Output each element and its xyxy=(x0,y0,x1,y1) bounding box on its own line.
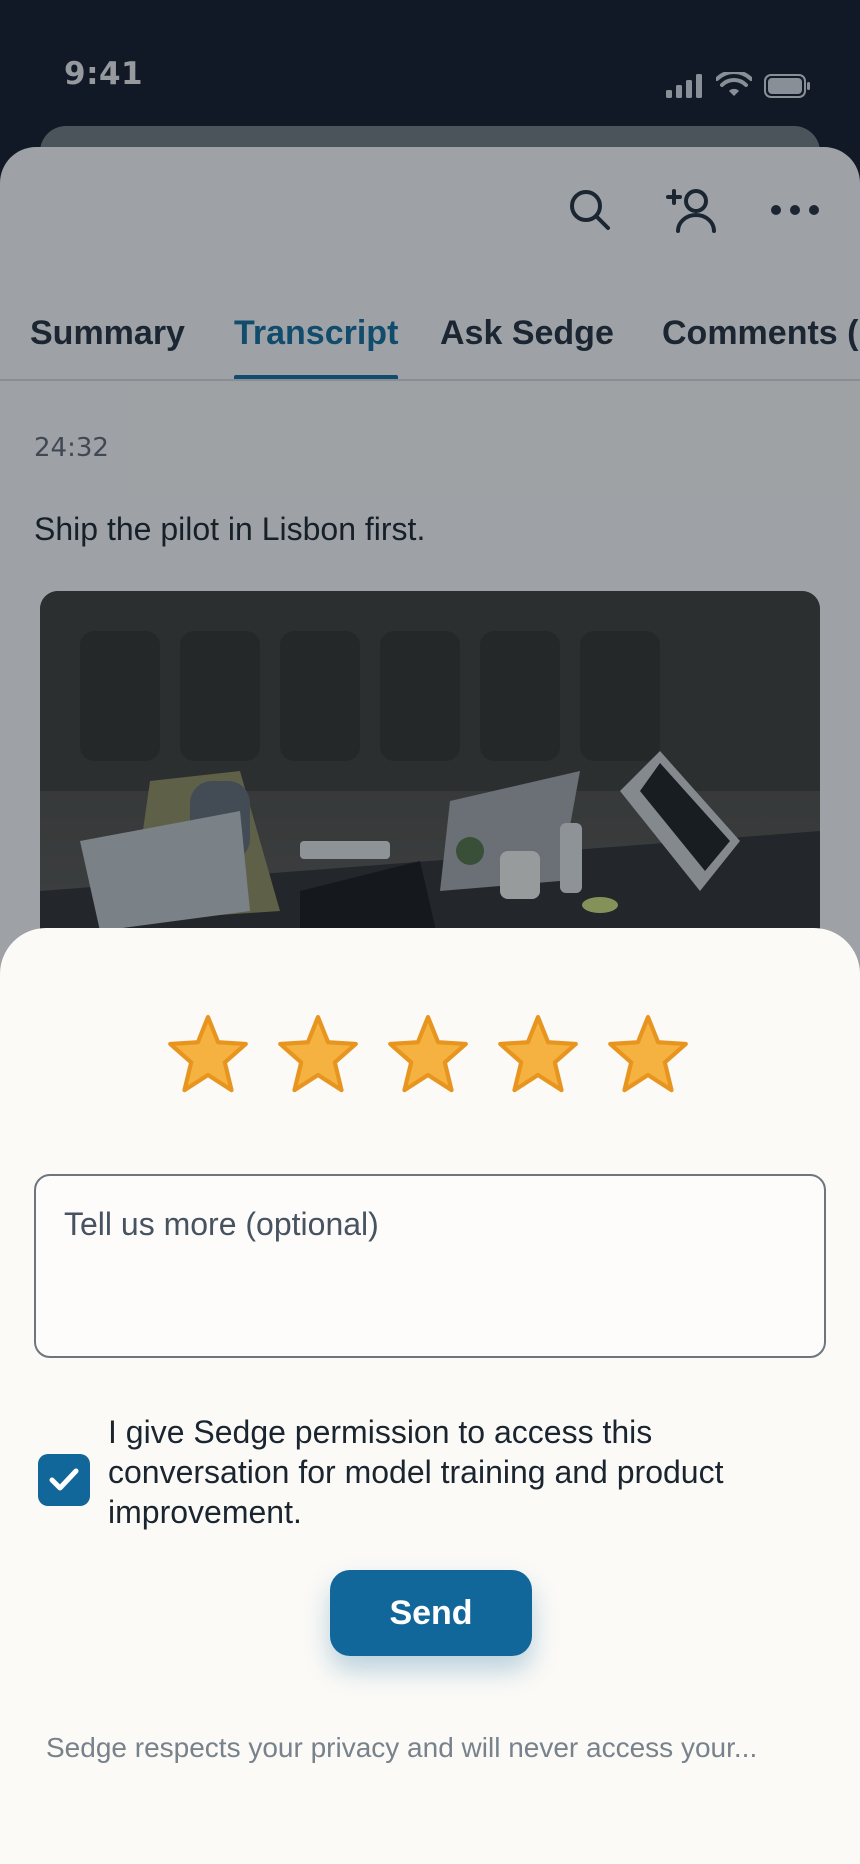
comment-field[interactable] xyxy=(34,1174,826,1358)
star-icon[interactable] xyxy=(386,1012,470,1096)
send-button[interactable]: Send xyxy=(330,1570,532,1656)
star-icon[interactable] xyxy=(606,1012,690,1096)
privacy-note: Sedge respects your privacy and will nev… xyxy=(46,1732,758,1763)
consent-checkbox[interactable] xyxy=(38,1454,90,1506)
consent-label: I give Sedge permission to access this c… xyxy=(108,1414,724,1530)
star-icon[interactable] xyxy=(496,1012,580,1096)
feedback-sheet: I give Sedge permission to access this c… xyxy=(0,928,860,1864)
checkmark-icon xyxy=(49,1468,79,1491)
comment-input[interactable] xyxy=(64,1206,796,1326)
star-icon[interactable] xyxy=(166,1012,250,1096)
star-icon[interactable] xyxy=(276,1012,360,1096)
star-rating[interactable] xyxy=(166,1012,690,1096)
